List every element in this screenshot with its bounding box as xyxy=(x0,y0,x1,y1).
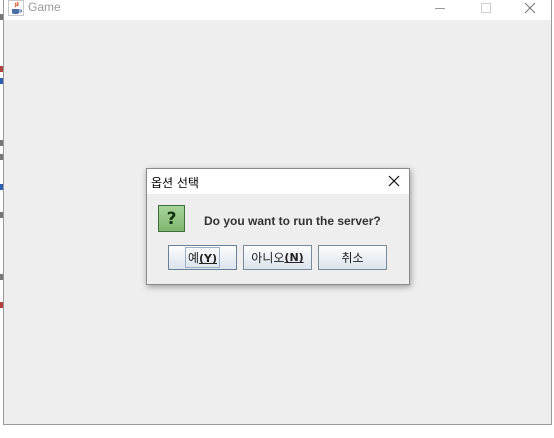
dialog-close-button[interactable] xyxy=(387,174,401,188)
dialog-message: Do you want to run the server? xyxy=(204,214,381,228)
window-title: Game xyxy=(28,0,61,14)
no-button-label: 아니오 xyxy=(251,251,285,265)
cancel-button[interactable]: 취소 xyxy=(318,245,387,270)
dialog-title: 옵션 선택 xyxy=(151,176,199,190)
close-icon xyxy=(388,175,400,187)
background-window-text-strip xyxy=(0,425,554,438)
no-button-mnemonic: (N) xyxy=(284,251,304,264)
minimize-icon xyxy=(435,8,445,9)
java-cup-icon xyxy=(8,0,24,16)
close-window-button[interactable] xyxy=(507,0,553,16)
minimize-button[interactable] xyxy=(417,0,463,16)
question-icon: ? xyxy=(158,205,185,232)
cancel-button-label: 취소 xyxy=(341,251,364,265)
maximize-icon xyxy=(481,3,491,13)
no-button[interactable]: 아니오 (N) xyxy=(243,245,312,270)
yes-button-mnemonic: (Y) xyxy=(199,252,218,265)
maximize-button[interactable] xyxy=(463,0,509,16)
focus-indicator: 예(Y) xyxy=(184,247,221,268)
dialog-titlebar[interactable]: 옵션 선택 xyxy=(147,169,409,194)
yes-button[interactable]: 예(Y) xyxy=(168,245,237,270)
window-titlebar[interactable]: Game xyxy=(4,0,551,20)
close-icon xyxy=(524,2,536,14)
option-dialog: 옵션 선택 ? Do you want to run the server? 예… xyxy=(146,168,410,285)
yes-button-label: 예 xyxy=(187,251,199,265)
